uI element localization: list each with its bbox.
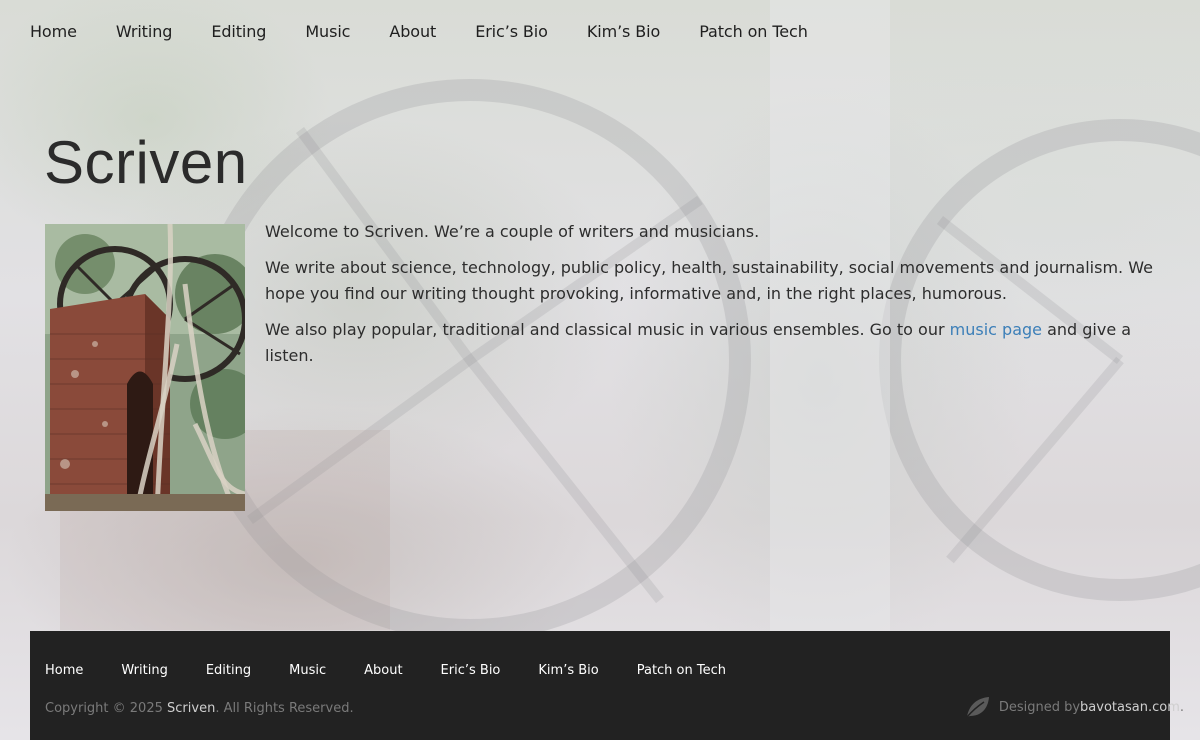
footer-nav-home[interactable]: Home <box>45 663 83 678</box>
footer-nav-erics-bio[interactable]: Eric’s Bio <box>441 663 501 678</box>
footer-nav-music[interactable]: Music <box>289 663 326 678</box>
featured-photo <box>45 224 245 511</box>
music-paragraph-text-before: We also play popular, traditional and cl… <box>265 320 950 339</box>
nav-patch-on-tech[interactable]: Patch on Tech <box>699 22 808 41</box>
footer-nav-patch-on-tech[interactable]: Patch on Tech <box>637 663 726 678</box>
footer-nav-editing[interactable]: Editing <box>206 663 251 678</box>
nav-home[interactable]: Home <box>30 22 77 41</box>
designer-link[interactable]: bavotasan.com <box>1080 700 1180 715</box>
nav-about[interactable]: About <box>389 22 436 41</box>
main-content: Welcome to Scriven. We’re a couple of wr… <box>265 219 1175 379</box>
nav-erics-bio[interactable]: Eric’s Bio <box>475 22 548 41</box>
writing-paragraph: We write about science, technology, publ… <box>265 258 1153 303</box>
copyright-site-link[interactable]: Scriven <box>167 701 215 716</box>
credit-suffix: . <box>1179 699 1184 715</box>
footer-navigation: Home Writing Editing Music About Eric’s … <box>45 663 764 678</box>
footer-nav-writing[interactable]: Writing <box>121 663 167 678</box>
welcome-paragraph: Welcome to Scriven. We’re a couple of wr… <box>265 222 760 241</box>
main-navigation: Home Writing Editing Music About Eric’s … <box>0 0 1200 62</box>
copyright-text: Copyright © 2025 Scriven. All Rights Res… <box>45 701 354 716</box>
nav-music[interactable]: Music <box>305 22 350 41</box>
leaf-icon <box>966 697 989 718</box>
credit-prefix: Designed by <box>998 699 1081 715</box>
copyright-prefix: Copyright © 2025 <box>45 701 168 716</box>
nav-writing[interactable]: Writing <box>116 22 173 41</box>
nav-kims-bio[interactable]: Kim’s Bio <box>587 22 660 41</box>
music-paragraph: We also play popular, traditional and cl… <box>265 317 1175 369</box>
site-title[interactable]: Scriven <box>44 128 248 197</box>
copyright-suffix: . All Rights Reserved. <box>215 701 354 716</box>
designer-credit: Designed by bavotasan.com. <box>963 693 1184 721</box>
nav-editing[interactable]: Editing <box>211 22 266 41</box>
footer-nav-about[interactable]: About <box>364 663 402 678</box>
site-footer: Home Writing Editing Music About Eric’s … <box>30 631 1184 740</box>
music-page-link[interactable]: music page <box>950 320 1042 339</box>
footer-nav-kims-bio[interactable]: Kim’s Bio <box>538 663 598 678</box>
